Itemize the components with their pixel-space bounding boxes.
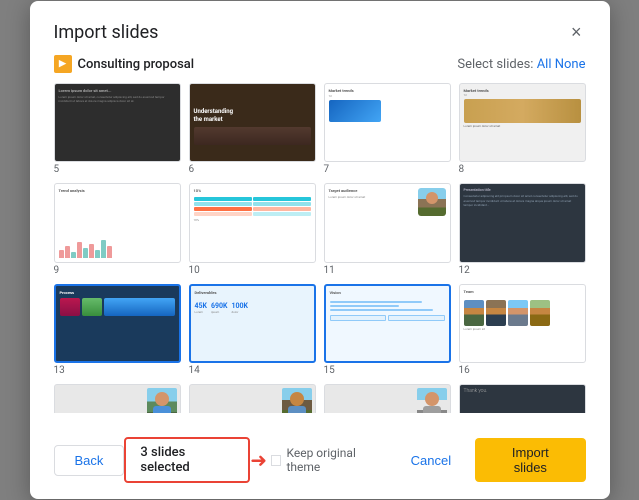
import-slides-dialog: Import slides × ▶ Consulting proposal Se…	[30, 1, 610, 499]
slide-num-14: 14	[189, 365, 316, 376]
slide-20[interactable]: Thank you. 20	[459, 384, 586, 413]
slide-16[interactable]: Team Lorem ipsum sit 16	[459, 284, 586, 376]
slides-selected-badge: 3 slides selected	[124, 437, 250, 483]
slide-12[interactable]: Presentation title Consectetur adipiscin…	[459, 183, 586, 275]
dialog-title: Import slides	[54, 22, 159, 43]
dialog-header: Import slides ×	[54, 21, 586, 43]
close-button[interactable]: ×	[567, 21, 586, 43]
slides-grid: Lorem ipsum dolor sit amet... Lorem ipsu…	[54, 83, 586, 413]
select-all-link[interactable]: All None	[537, 57, 586, 72]
keep-original-checkbox[interactable]	[271, 455, 282, 466]
presentation-icon: ▶	[54, 55, 72, 73]
slide-6[interactable]: Understandingthe market 6	[189, 83, 316, 175]
footer-left: Back	[54, 445, 125, 476]
slide-15[interactable]: Vision 15	[324, 284, 451, 376]
slide-num-10: 10	[189, 265, 316, 276]
slide-18[interactable]: Vinny Viewer Lorem ipsum 18	[189, 384, 316, 413]
import-slides-button[interactable]: Import slides	[475, 438, 585, 482]
slide-7[interactable]: Market trends 12 7	[324, 83, 451, 175]
presentation-name: ▶ Consulting proposal	[54, 55, 195, 73]
cancel-button[interactable]: Cancel	[399, 446, 463, 475]
slide-num-9: 9	[54, 265, 181, 276]
slide-num-8: 8	[459, 164, 586, 175]
slide-num-11: 11	[324, 265, 451, 276]
slide-num-6: 6	[189, 164, 316, 175]
keep-original-label[interactable]: Keep original theme	[271, 446, 387, 474]
back-button[interactable]: Back	[54, 445, 125, 476]
footer-right: ➜ Keep original theme Cancel Import slid…	[250, 438, 585, 482]
slide-11[interactable]: Target audience Lorem ipsum dolor sit am…	[324, 183, 451, 275]
arrow-icon: ➜	[250, 448, 267, 472]
slide-num-12: 12	[459, 265, 586, 276]
slide-8[interactable]: Market trends 12 Lorem ipsum dolor sit a…	[459, 83, 586, 175]
slide-num-5: 5	[54, 164, 181, 175]
slide-9[interactable]: Trend analysis 9	[54, 183, 181, 275]
select-slides-control: Select slides: All None	[457, 57, 585, 72]
slide-num-15: 15	[324, 365, 451, 376]
slide-19[interactable]: Wendy Writers Lorem ipsum 19	[324, 384, 451, 413]
slide-14[interactable]: Deliverables 45K Lorem 690K ipsum 100K d	[189, 284, 316, 376]
slide-5[interactable]: Lorem ipsum dolor sit amet... Lorem ipsu…	[54, 83, 181, 175]
footer-center: 3 slides selected	[124, 437, 250, 483]
slide-num-7: 7	[324, 164, 451, 175]
slide-num-16: 16	[459, 365, 586, 376]
dialog-footer: Back 3 slides selected ➜ Keep original t…	[54, 427, 586, 483]
sub-header: ▶ Consulting proposal Select slides: All…	[54, 55, 586, 73]
slide-13[interactable]: Process 13	[54, 284, 181, 376]
slide-10[interactable]: 15% 18% 10	[189, 183, 316, 275]
slide-num-13: 13	[54, 365, 181, 376]
slide-17[interactable]: Barry Books Lorem ipsum 17	[54, 384, 181, 413]
